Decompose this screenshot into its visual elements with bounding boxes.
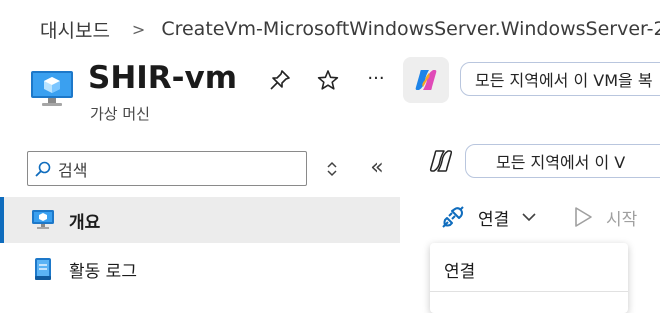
collapse-sidebar-button[interactable]: « (363, 153, 391, 181)
connect-button[interactable]: 연결 (440, 203, 537, 231)
active-indicator (0, 197, 4, 243)
sidebar-item-overview[interactable]: 개요 (0, 197, 400, 243)
breadcrumb: 대시보드 > CreateVm-MicrosoftWindowsServer.W… (40, 14, 660, 44)
page-title: SHIR-vm (88, 60, 238, 96)
sort-toggle-button[interactable] (318, 155, 346, 183)
virtual-machine-icon (31, 71, 73, 106)
start-label: 시작 (606, 209, 638, 230)
play-icon (575, 207, 592, 227)
vm-monitor-icon (31, 208, 55, 232)
search-placeholder: 검색 (58, 160, 88, 180)
copilot-outline-icon (429, 150, 453, 172)
sidebar-item-activity-log[interactable]: 활동 로그 (0, 246, 400, 292)
page-subtitle: 가상 머신 (90, 105, 150, 123)
menu-divider (430, 291, 628, 292)
connect-label: 연결 (478, 209, 510, 230)
connect-menu-item[interactable]: 연결 (444, 257, 475, 282)
breadcrumb-dashboard-link[interactable]: 대시보드 (40, 16, 110, 43)
copilot-button[interactable] (403, 57, 449, 103)
more-options-button[interactable]: ··· (362, 64, 390, 92)
search-input[interactable]: 검색 (27, 151, 307, 186)
up-down-chevron-icon (327, 161, 337, 177)
activity-log-icon (31, 257, 55, 281)
star-icon (317, 70, 339, 90)
pin-button[interactable] (266, 66, 294, 94)
chevron-right-icon: > (131, 19, 146, 39)
copilot-mono-button[interactable] (428, 148, 454, 174)
favorite-button[interactable] (314, 66, 342, 94)
chevron-down-icon (522, 213, 536, 222)
copilot-icon (415, 70, 437, 90)
copilot-prompt-suggestion-2[interactable]: 모든 지역에서 이 V (465, 144, 660, 178)
sidebar-item-label: 개요 (69, 212, 101, 233)
sidebar-item-label: 활동 로그 (69, 261, 137, 282)
breadcrumb-resource-link[interactable]: CreateVm-MicrosoftWindowsServer.WindowsS… (161, 18, 660, 40)
connect-dropdown-menu: 연결 (430, 243, 628, 313)
start-button[interactable]: 시작 (572, 203, 637, 231)
pin-icon (270, 70, 290, 90)
plug-connect-icon (442, 206, 464, 228)
copilot-prompt-suggestion[interactable]: 모든 지역에서 이 VM을 복 (460, 62, 660, 96)
search-icon (35, 161, 51, 177)
